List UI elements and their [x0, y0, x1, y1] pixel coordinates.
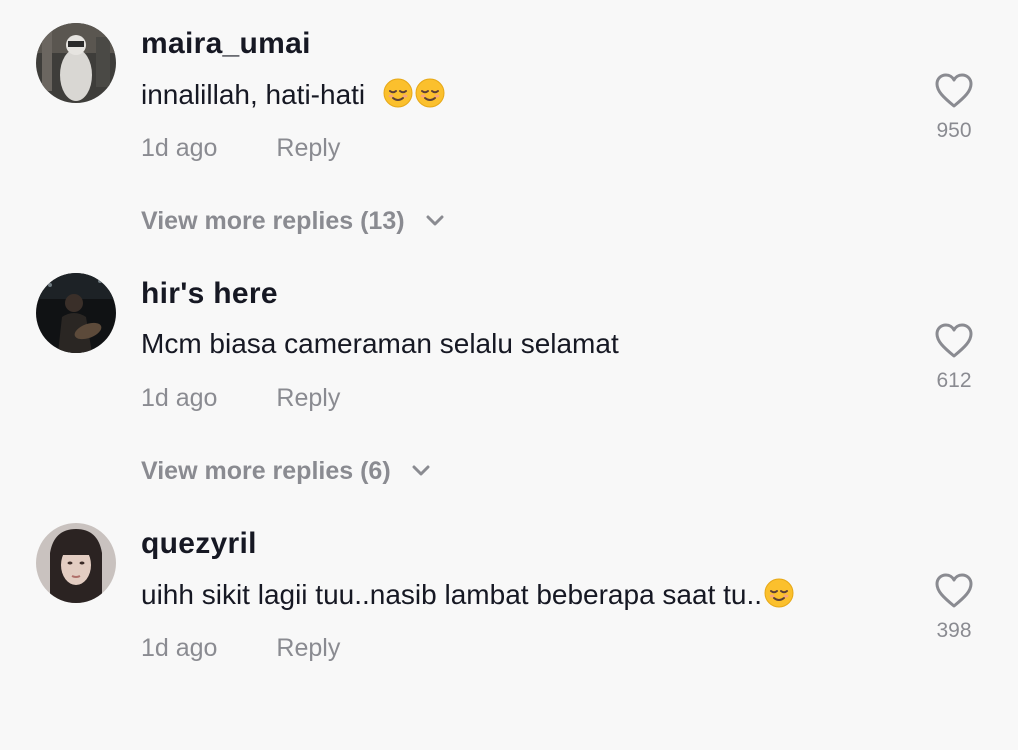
- username[interactable]: quezyril: [141, 527, 257, 561]
- like-count: 950: [936, 119, 972, 142]
- chevron-down-icon: [412, 465, 430, 476]
- relieved-face-icon: [764, 578, 794, 608]
- comment-item: quezyril uihh sikit lagii tuu..nasib lam…: [0, 500, 1018, 750]
- username[interactable]: maira_umai: [141, 27, 311, 61]
- timestamp: 1d ago: [141, 384, 218, 412]
- timestamp: 1d ago: [141, 134, 218, 162]
- relieved-face-icon: [415, 78, 445, 108]
- like-button[interactable]: 950: [926, 73, 982, 143]
- comment-item: hir's here Mcm biasa cameraman selalu se…: [0, 250, 1018, 500]
- comment-text: Mcm biasa cameraman selalu selamat: [141, 328, 619, 359]
- avatar[interactable]: [36, 273, 116, 353]
- view-more-replies-button[interactable]: View more replies (13): [141, 207, 444, 236]
- reply-button[interactable]: Reply: [276, 634, 340, 662]
- view-more-replies-button[interactable]: View more replies (6): [141, 457, 430, 486]
- heart-outline-icon: [935, 323, 973, 358]
- reply-button[interactable]: Reply: [276, 134, 340, 162]
- avatar[interactable]: [36, 23, 116, 103]
- comment-meta: 1d ago Reply: [141, 134, 340, 163]
- avatar[interactable]: [36, 523, 116, 603]
- comment-item: maira_umai innalillah, hati-hati 1d ago …: [0, 0, 1018, 250]
- comment-meta: 1d ago Reply: [141, 634, 340, 663]
- comment-text: innalillah, hati-hati: [141, 78, 445, 111]
- heart-outline-icon: [935, 73, 973, 108]
- chevron-down-icon: [426, 215, 444, 226]
- reply-button[interactable]: Reply: [276, 384, 340, 412]
- like-button[interactable]: 612: [926, 323, 982, 393]
- relieved-face-icon: [383, 78, 413, 108]
- like-button[interactable]: 398: [926, 573, 982, 643]
- heart-outline-icon: [935, 573, 973, 608]
- like-count: 398: [936, 619, 972, 642]
- comment-text: uihh sikit lagii tuu..nasib lambat beber…: [141, 578, 794, 611]
- username[interactable]: hir's here: [141, 277, 278, 311]
- timestamp: 1d ago: [141, 634, 218, 662]
- like-count: 612: [936, 369, 972, 392]
- comment-meta: 1d ago Reply: [141, 384, 340, 413]
